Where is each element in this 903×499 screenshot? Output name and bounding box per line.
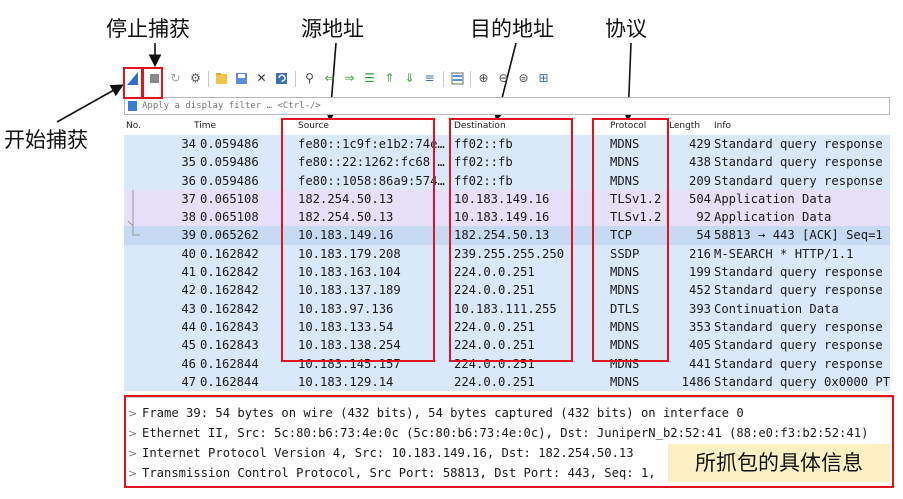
packet-no: 41 [181, 265, 196, 280]
packet-length: 441 [688, 356, 711, 371]
packet-protocol: MDNS [610, 374, 640, 389]
save-file-icon[interactable] [234, 71, 249, 86]
go-forward-icon[interactable]: ⇒ [342, 71, 357, 86]
packet-source: 10.183.129.14 [298, 374, 394, 389]
stop-capture-highlight [142, 67, 163, 99]
resize-columns-icon[interactable]: ⊞ [536, 71, 551, 86]
display-filter-input[interactable] [142, 98, 882, 114]
go-back-icon[interactable]: ⇐ [322, 71, 337, 86]
conversation-tree-icon [132, 189, 134, 208]
go-last-icon[interactable]: ⇓ [402, 71, 417, 86]
options-icon[interactable]: ⚙ [188, 71, 203, 86]
packet-length: 393 [688, 301, 711, 316]
packet-info: Continuation Data [714, 301, 839, 316]
packet-info: Application Data [714, 210, 832, 225]
packet-length: 1486 [681, 374, 711, 389]
packet-no: 42 [181, 283, 196, 298]
packet-no: 43 [181, 301, 196, 316]
reload-file-icon[interactable] [274, 71, 289, 86]
packet-no: 38 [181, 210, 196, 225]
packet-length: 452 [688, 283, 711, 298]
packet-no: 34 [181, 137, 196, 151]
find-icon[interactable]: ⚲ [302, 71, 317, 86]
packet-row[interactable]: 47 0.162844 10.183.129.14 224.0.0.251 MDNS 14… [124, 372, 890, 392]
go-first-icon[interactable]: ⇑ [382, 71, 397, 86]
start-capture-highlight [123, 67, 143, 99]
packet-time: 0.162844 [200, 374, 259, 389]
conversation-tree-icon [127, 208, 134, 227]
bookmark-icon[interactable] [128, 101, 137, 111]
column-header-info[interactable]: Info [714, 121, 731, 131]
arrow-start-capture [56, 84, 124, 123]
go-to-packet-icon[interactable]: ☰ [362, 71, 377, 86]
main-toolbar: ↻ ⚙ ✕ ⚲ ⇐ ⇒ ☰ ⇑ ⇓ ≡ ⊕ ⊖ ⊜ ⊞ [122, 68, 890, 90]
packet-info: Standard query response [714, 338, 883, 353]
packet-no: 39 [181, 228, 196, 243]
packet-info: Standard query response [714, 319, 883, 334]
packet-no: 45 [181, 338, 196, 353]
normal-size-icon[interactable]: ⊜ [516, 71, 531, 86]
zoom-out-icon[interactable]: ⊖ [496, 71, 511, 86]
packet-info: Standard query response [714, 283, 883, 298]
packet-info: M-SEARCH * HTTP/1.1 [714, 246, 854, 261]
colorize-icon[interactable] [450, 71, 465, 86]
packet-no: 47 [181, 374, 196, 389]
packet-length: 199 [688, 265, 711, 280]
column-header-no[interactable]: No. [126, 121, 141, 131]
column-header-length[interactable]: Length [669, 121, 700, 131]
zoom-in-icon[interactable]: ⊕ [476, 71, 491, 86]
packet-length: 216 [688, 246, 711, 261]
packet-info: 58813 → 443 [ACK] Seq=1 [714, 228, 883, 243]
packet-length: 429 [688, 137, 711, 151]
packet-info: Standard query response [714, 137, 883, 151]
packet-length: 405 [688, 338, 711, 353]
packet-length: 504 [688, 191, 711, 206]
restart-capture-icon[interactable]: ↻ [168, 71, 183, 86]
display-filter-bar [124, 97, 890, 115]
packet-no: 46 [181, 356, 196, 371]
packet-info: Standard query response [714, 173, 883, 188]
autoscroll-icon[interactable]: ≡ [422, 71, 437, 86]
packet-info: Standard query response [714, 155, 883, 170]
packet-length: 54 [696, 228, 711, 243]
destination-column-highlight [449, 118, 573, 362]
protocol-column-highlight [592, 118, 669, 362]
conversation-tree-icon [132, 226, 140, 236]
packet-no: 40 [181, 246, 196, 261]
packet-length: 92 [696, 210, 711, 225]
packet-destination: 224.0.0.251 [454, 374, 535, 389]
packet-no: 44 [181, 319, 196, 334]
packet-info: Application Data [714, 191, 832, 206]
open-file-icon[interactable] [214, 71, 229, 86]
packet-info: Standard query response [714, 265, 883, 280]
packet-no: 37 [181, 191, 196, 206]
annotation-packet-details: 所抓包的具体信息 [668, 444, 890, 482]
close-file-icon[interactable]: ✕ [254, 71, 269, 86]
packet-length: 209 [688, 173, 711, 188]
column-header-time[interactable]: Time [194, 121, 216, 131]
packet-no: 35 [181, 155, 196, 170]
packet-info: Standard query 0x0000 PT [714, 374, 890, 389]
packet-no: 36 [181, 173, 196, 188]
packet-info: Standard query response [714, 356, 883, 371]
packet-length: 353 [688, 319, 711, 334]
source-column-highlight [281, 118, 435, 362]
packet-length: 438 [688, 155, 711, 170]
